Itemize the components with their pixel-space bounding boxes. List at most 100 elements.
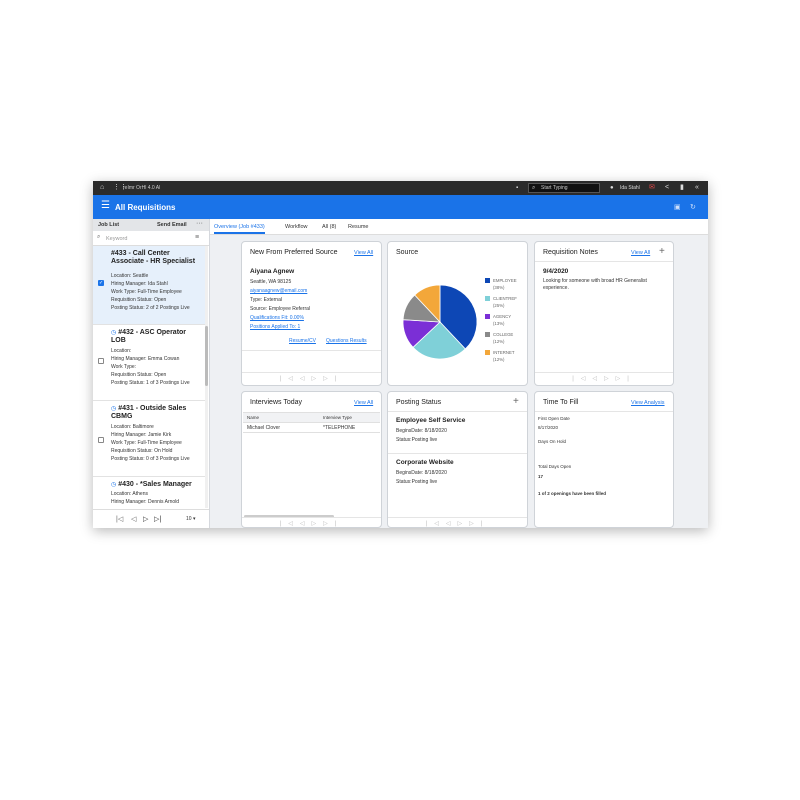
- posting-status-card: Posting Status + Employee Self Service B…: [387, 391, 528, 528]
- column-header-name: Name: [247, 415, 260, 420]
- job-location: Location:: [111, 348, 132, 354]
- per-page-select[interactable]: 10 ▾: [186, 516, 195, 522]
- candidate-city: Seattle, WA 98125: [250, 279, 292, 285]
- app-title: reImr OrHl 4.0 Al: [123, 185, 161, 191]
- legend-label: AGENCY: [493, 314, 512, 319]
- user-name[interactable]: Ida Stahl: [620, 185, 640, 191]
- legend-swatch: [485, 296, 490, 301]
- job-title[interactable]: #433 - Call Center Associate - HR Specia…: [111, 250, 201, 266]
- job-title[interactable]: ◷ #431 - Outside Sales CBMG: [111, 405, 201, 421]
- user-icon[interactable]: ●: [610, 184, 614, 192]
- save-icon[interactable]: ▣: [674, 203, 681, 211]
- posting-name[interactable]: Employee Self Service: [396, 417, 465, 424]
- days-on-hold-label: Days On Hold: [538, 439, 567, 444]
- interview-type: *TELEPHONE: [323, 425, 356, 431]
- candidate-name[interactable]: Aiyana Agnew: [250, 268, 294, 275]
- divider: [388, 411, 527, 412]
- main-content: Overview (Job #433) Workflow All (8) Res…: [210, 219, 708, 528]
- job-checkbox[interactable]: ✓: [98, 280, 104, 286]
- card-pager[interactable]: |◁◁▷▷|: [242, 517, 381, 527]
- questions-results-link[interactable]: Questions Results: [326, 338, 367, 344]
- legend-percent: (12%): [493, 339, 505, 344]
- job-title[interactable]: ◷ #432 - ASC Operator LOB: [111, 329, 201, 345]
- total-days-label: Total Days Open: [538, 464, 572, 469]
- job-list-panel: Job List Send Email ··· ⌕ Keyword ≡ ✓ #4…: [93, 219, 210, 528]
- divider: [242, 350, 381, 351]
- table-row[interactable]: Michael Clover *TELEPHONE: [243, 422, 380, 433]
- job-checkbox[interactable]: [98, 437, 104, 443]
- candidate-email[interactable]: aiyanaagnew@email.com: [250, 288, 307, 294]
- job-hiring-manager: Hiring Manager: Ida Stahl: [111, 281, 168, 287]
- clock-icon: ◷: [111, 330, 117, 336]
- more-options-button[interactable]: ···: [196, 220, 203, 227]
- collapse-icon[interactable]: «: [695, 184, 699, 192]
- share-icon[interactable]: <: [665, 184, 669, 192]
- add-posting-icon[interactable]: +: [513, 396, 519, 407]
- job-item[interactable]: ◷ #430 - *Sales Manager Location: Athens…: [93, 477, 205, 508]
- tab-overview[interactable]: Overview (Job #433): [214, 224, 265, 234]
- card-title: Source: [396, 249, 419, 256]
- openings-filled-text: 1 of 2 openings have been filled: [538, 491, 607, 496]
- prev-page-icon[interactable]: ◁: [131, 515, 136, 523]
- pagination: |◁ ◁ ▷ ▷| 10 ▾: [93, 509, 209, 528]
- job-list-scrollbar[interactable]: [205, 246, 208, 508]
- job-list-label: Job List: [98, 222, 120, 228]
- job-postings: Posting Status: 0 of 3 Postings Live: [111, 456, 190, 462]
- bookmark-icon[interactable]: ▮: [680, 184, 684, 192]
- job-list: ✓ #433 - Call Center Associate - HR Spec…: [93, 246, 205, 508]
- posting-begins: BeginsDate: 8/18/2020: [396, 428, 447, 434]
- notification-icon[interactable]: ▪: [516, 184, 518, 192]
- scrollbar-thumb[interactable]: [205, 326, 208, 386]
- posting-name[interactable]: Corporate Website: [396, 459, 454, 466]
- tab-all[interactable]: All (8): [322, 224, 336, 230]
- first-page-icon[interactable]: |◁: [116, 515, 123, 523]
- card-pager[interactable]: |◁◁▷▷|: [242, 372, 381, 385]
- send-email-button[interactable]: Send Email: [157, 222, 187, 228]
- job-postings: Posting Status: 1 of 3 Postings Live: [111, 380, 190, 386]
- resume-link[interactable]: Resume/CV: [289, 338, 316, 344]
- view-all-link[interactable]: View All: [354, 250, 373, 256]
- job-title[interactable]: ◷ #430 - *Sales Manager: [111, 481, 201, 489]
- tab-bar: Overview (Job #433) Workflow All (8) Res…: [210, 219, 708, 235]
- legend-label: INTERNET: [493, 350, 515, 355]
- last-page-icon[interactable]: ▷|: [154, 515, 161, 523]
- filter-icon[interactable]: ≡: [195, 234, 199, 241]
- job-work-type: Work Type:: [111, 364, 137, 370]
- tab-resume[interactable]: Resume: [348, 224, 368, 230]
- page-header: ☰ All Requisitions ▣ ↻: [93, 195, 708, 219]
- job-status: Requisition Status: Open: [111, 297, 167, 303]
- job-checkbox[interactable]: [98, 358, 104, 364]
- refresh-icon[interactable]: ↻: [690, 203, 696, 211]
- job-item[interactable]: ◷ #432 - ASC Operator LOB Location: Hiri…: [93, 325, 205, 401]
- card-pager[interactable]: |◁◁▷▷|: [535, 372, 673, 385]
- card-pager[interactable]: |◁◁▷▷|: [388, 517, 527, 527]
- keyword-search-input[interactable]: ⌕ Keyword ≡: [93, 231, 209, 246]
- job-list-header: Job List Send Email ···: [93, 219, 209, 231]
- time-to-fill-card: Time To Fill View Analysis First Open Da…: [534, 391, 674, 528]
- mail-icon[interactable]: ✉: [649, 184, 655, 192]
- view-all-link[interactable]: View All: [631, 250, 650, 256]
- tab-workflow[interactable]: Workflow: [285, 224, 308, 230]
- job-item[interactable]: ◷ #431 - Outside Sales CBMG Location: Ba…: [93, 401, 205, 477]
- first-open-label: First Open Date: [538, 416, 570, 421]
- job-item[interactable]: ✓ #433 - Call Center Associate - HR Spec…: [93, 246, 205, 325]
- home-icon[interactable]: ⌂: [100, 184, 104, 192]
- next-page-icon[interactable]: ▷: [143, 515, 148, 523]
- legend-percent: (25%): [493, 303, 505, 308]
- view-all-link[interactable]: View All: [354, 400, 373, 406]
- app-window: ⌂ ⋮⋮ reImr OrHl 4.0 Al ▪ ⌕ Start Typing …: [93, 181, 708, 528]
- legend-swatch: [485, 350, 490, 355]
- job-location: Location: Baltimore: [111, 424, 154, 430]
- add-note-icon[interactable]: +: [659, 246, 665, 257]
- divider: [535, 411, 673, 412]
- job-status: Requisition Status: On Hold: [111, 448, 173, 454]
- qualifications-fit-link[interactable]: Qualifications Fit: 0.00%: [250, 315, 304, 321]
- job-hiring-manager: Hiring Manager: Emma Cowan: [111, 356, 180, 362]
- global-search-input[interactable]: ⌕ Start Typing: [528, 183, 600, 193]
- positions-applied-link[interactable]: Positions Applied To: 1: [250, 324, 300, 330]
- interview-name: Michael Clover: [247, 425, 281, 431]
- hamburger-menu-icon[interactable]: ☰: [101, 201, 110, 211]
- view-analysis-link[interactable]: View Analysis: [631, 400, 665, 406]
- posting-status: Status:Posting live: [396, 437, 438, 443]
- legend-percent: (38%): [493, 285, 505, 290]
